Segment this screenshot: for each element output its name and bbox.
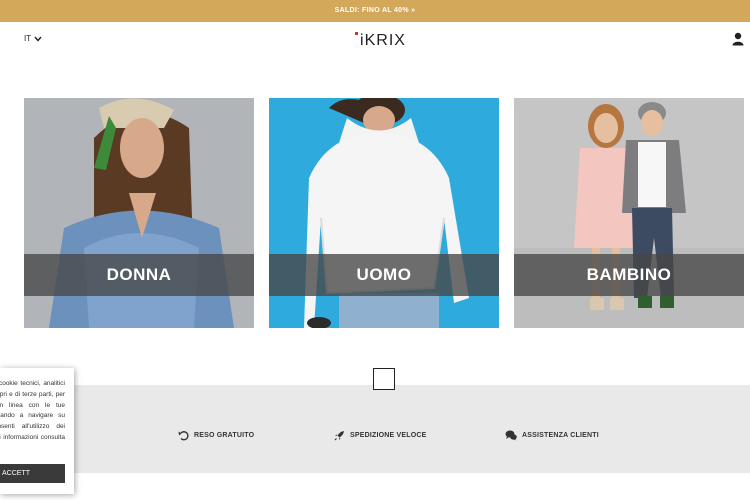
category-label-donna: DONNA: [24, 254, 254, 296]
language-selector[interactable]: IT: [24, 34, 42, 43]
chevron-down-icon: [34, 36, 42, 42]
feature-label: RESO GRATUITO: [194, 432, 255, 439]
feature-customer-care[interactable]: ASSISTENZA CLIENTI: [505, 430, 599, 441]
brand-logo[interactable]: iKRIX: [352, 31, 414, 49]
chat-bubbles-icon: [505, 430, 517, 441]
cookie-accept-button[interactable]: ACCETT: [0, 464, 65, 483]
category-label-bambino: BAMBINO: [514, 254, 744, 296]
rocket-icon: [334, 431, 344, 441]
feature-fast-shipping[interactable]: SPEDIZIONE VELOCE: [334, 430, 427, 441]
return-arrow-icon: [178, 431, 189, 441]
slideshow-toggle-button[interactable]: [373, 368, 395, 390]
cookie-message: Questo sito utilizza cookie tecnici, ana…: [0, 380, 65, 441]
category-card-donna[interactable]: DONNA: [24, 98, 254, 328]
cookie-banner: Questo sito utilizza cookie tecnici, ana…: [0, 368, 74, 494]
features-bar: RESO GRATUITO SPEDIZIONE VELOCE ASSISTEN…: [0, 385, 750, 473]
category-card-uomo[interactable]: UOMO: [269, 98, 499, 328]
feature-free-return[interactable]: RESO GRATUITO: [178, 430, 254, 441]
category-card-bambino[interactable]: BAMBINO: [514, 98, 744, 328]
feature-label: ASSISTENZA CLIENTI: [522, 432, 599, 439]
user-account-icon[interactable]: [732, 32, 744, 46]
logo-text: iKRIX: [360, 32, 406, 49]
category-label-uomo: UOMO: [269, 254, 499, 296]
site-header: IT iKRIX: [0, 22, 750, 58]
language-label: IT: [24, 34, 32, 43]
feature-label: SPEDIZIONE VELOCE: [350, 432, 427, 439]
promo-banner[interactable]: SALDI: FINO AL 40% »: [0, 0, 750, 22]
